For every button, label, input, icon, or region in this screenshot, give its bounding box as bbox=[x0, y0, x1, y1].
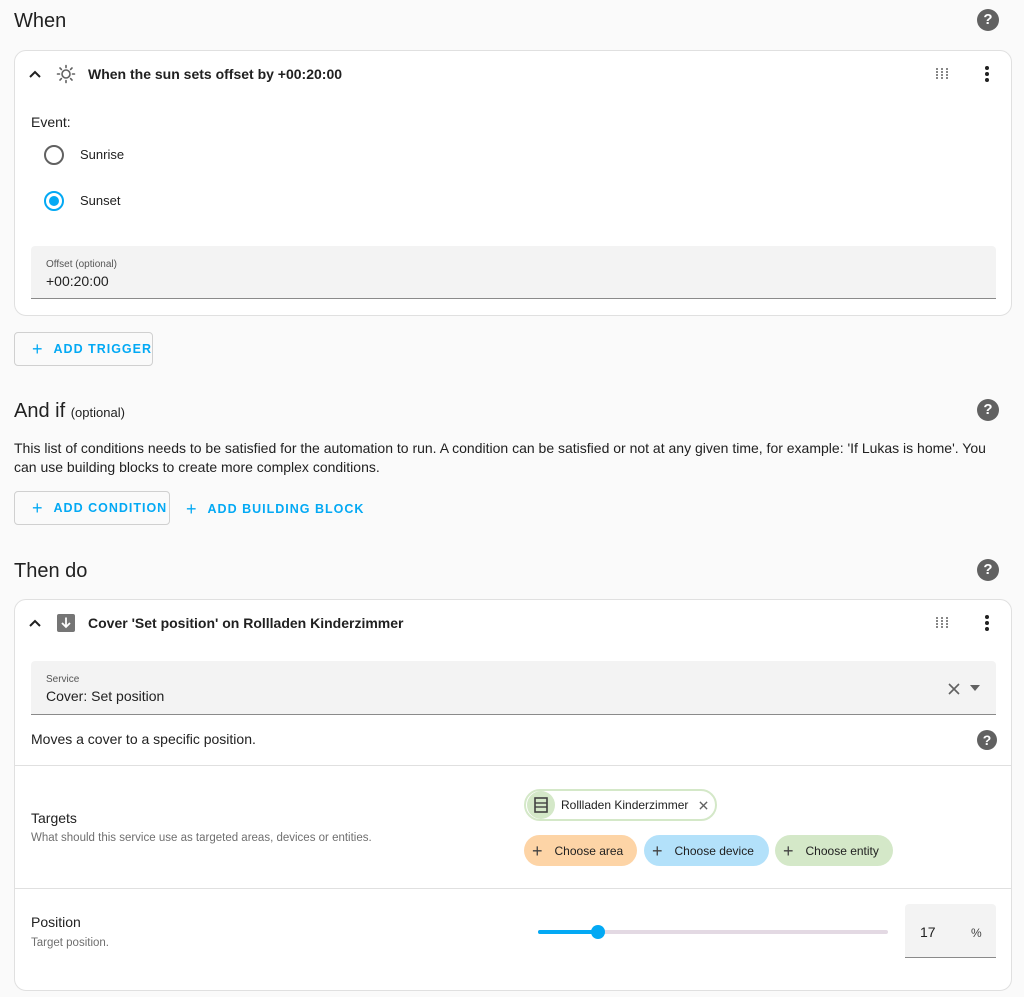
plus-icon: + bbox=[32, 498, 44, 518]
position-input-unit: % bbox=[971, 926, 982, 940]
andif-optional: (optional) bbox=[70, 405, 125, 420]
radio-sunrise-label: Sunrise bbox=[80, 147, 125, 162]
offset-field[interactable]: Offset (optional) +00:20:00 bbox=[31, 246, 996, 299]
drag-handle-icon[interactable] bbox=[936, 617, 948, 629]
radio-sunrise[interactable] bbox=[44, 145, 64, 165]
position-input-value: 17 bbox=[920, 924, 936, 940]
window-shutter-icon bbox=[527, 791, 555, 819]
add-condition-label: ADD CONDITION bbox=[53, 501, 168, 515]
andif-description: This list of conditions needs to be sati… bbox=[14, 440, 986, 475]
more-menu-icon[interactable] bbox=[985, 615, 989, 631]
remove-chip-icon[interactable] bbox=[699, 800, 708, 810]
add-trigger-button[interactable]: + ADD TRIGGER bbox=[14, 332, 153, 366]
entity-chip-label: Rollladen Kinderzimmer bbox=[561, 798, 689, 812]
choose-area-label: Choose area bbox=[554, 843, 624, 858]
collapse-chevron-icon[interactable] bbox=[28, 67, 42, 81]
targets-title: Targets bbox=[31, 810, 77, 826]
thendo-title: Then do bbox=[14, 560, 88, 582]
trigger-card: When the sun sets offset by +00:20:00 Ev… bbox=[14, 50, 1012, 316]
add-building-block-button[interactable]: + ADD BUILDING BLOCK bbox=[186, 498, 365, 519]
offset-field-value: +00:20:00 bbox=[46, 273, 109, 289]
trigger-title: When the sun sets offset by +00:20:00 bbox=[88, 66, 343, 82]
plus-icon: + bbox=[652, 840, 663, 861]
plus-icon: + bbox=[783, 840, 794, 861]
plus-icon: + bbox=[532, 840, 543, 861]
targets-description: What should this service use as targeted… bbox=[31, 832, 372, 844]
sun-icon bbox=[56, 64, 76, 84]
service-select[interactable]: Service Cover: Set position bbox=[31, 661, 996, 715]
divider bbox=[15, 765, 1011, 766]
choose-entity-button[interactable]: + Choose entity bbox=[775, 835, 893, 866]
service-description: Moves a cover to a specific position. bbox=[31, 731, 256, 747]
andif-title: And if (optional) bbox=[14, 400, 125, 423]
when-help-icon[interactable]: ? bbox=[977, 9, 999, 31]
drag-handle-icon[interactable] bbox=[936, 68, 948, 80]
event-label: Event: bbox=[31, 114, 71, 130]
action-card: Cover 'Set position' on Rollladen Kinder… bbox=[14, 599, 1012, 991]
andif-title-text: And if bbox=[14, 400, 66, 422]
cover-down-icon bbox=[57, 614, 75, 632]
more-menu-icon[interactable] bbox=[985, 66, 989, 82]
action-title: Cover 'Set position' on Rollladen Kinder… bbox=[88, 615, 404, 631]
plus-icon: + bbox=[32, 339, 44, 359]
position-slider-fill bbox=[538, 930, 598, 934]
position-slider-track[interactable] bbox=[538, 925, 888, 939]
position-slider-thumb[interactable] bbox=[591, 925, 605, 939]
service-help-icon[interactable]: ? bbox=[977, 730, 997, 750]
choose-device-label: Choose device bbox=[674, 843, 754, 858]
position-title: Position bbox=[31, 914, 81, 930]
radio-sunset[interactable] bbox=[44, 191, 64, 211]
andif-help-icon[interactable]: ? bbox=[977, 399, 999, 421]
when-title: When bbox=[14, 10, 67, 32]
divider bbox=[15, 888, 1011, 889]
add-building-block-label: ADD BUILDING BLOCK bbox=[207, 501, 365, 516]
add-condition-button[interactable]: + ADD CONDITION bbox=[14, 491, 170, 525]
entity-chip[interactable]: Rollladen Kinderzimmer bbox=[524, 789, 717, 821]
offset-field-label: Offset (optional) bbox=[46, 259, 117, 270]
collapse-chevron-icon[interactable] bbox=[28, 616, 42, 630]
choose-entity-label: Choose entity bbox=[805, 843, 879, 858]
thendo-help-icon[interactable]: ? bbox=[977, 559, 999, 581]
position-input[interactable]: 17 % bbox=[905, 904, 996, 958]
plus-icon: + bbox=[186, 498, 198, 519]
add-trigger-label: ADD TRIGGER bbox=[53, 342, 153, 356]
dropdown-arrow-icon[interactable] bbox=[970, 685, 980, 691]
service-select-label: Service bbox=[46, 674, 80, 685]
position-description: Target position. bbox=[31, 937, 109, 949]
radio-sunset-label: Sunset bbox=[80, 193, 121, 208]
choose-area-button[interactable]: + Choose area bbox=[524, 835, 637, 866]
service-select-value: Cover: Set position bbox=[46, 688, 165, 704]
clear-icon[interactable] bbox=[948, 683, 960, 695]
choose-device-button[interactable]: + Choose device bbox=[644, 835, 769, 866]
